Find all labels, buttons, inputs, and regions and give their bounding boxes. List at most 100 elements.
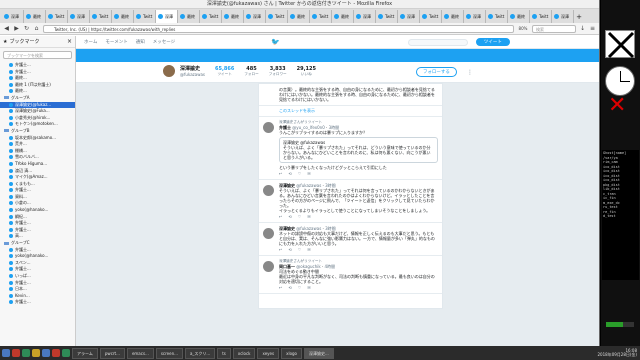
tab[interactable]: 深澤 (244, 10, 266, 23)
bookmark-item[interactable]: 雪のバルバ... (0, 154, 75, 161)
app-menu-icon[interactable] (2, 349, 10, 357)
taskbar-task[interactable]: xeyes (257, 347, 280, 359)
tab[interactable]: Twitt (266, 10, 288, 23)
nav-moments[interactable]: モーメント (105, 39, 127, 45)
bookmark-item[interactable]: グループA (0, 95, 75, 102)
nav-messages[interactable]: メッセージ (153, 39, 175, 45)
tweet[interactable]: 深澤諭史さんがリツイート 岡口基一 @okaguchik · 4時間 司法をめぐる動… (259, 256, 442, 294)
firefox-launcher-icon[interactable] (12, 349, 20, 357)
tweet[interactable]: 深澤諭史 @fukazawas · 3時間 そういえば、よく「暴リプされた」ってそ… (259, 180, 442, 223)
dm-icon[interactable]: ✉ (307, 247, 316, 252)
retweet-icon[interactable]: ⟲ (288, 285, 297, 290)
tweet-button[interactable]: ツイート (475, 38, 510, 46)
bookmark-search-input[interactable]: ブックマークを検索 (3, 51, 72, 59)
tab[interactable]: 深澤 (464, 10, 486, 23)
bookmark-item[interactable]: 深澤諭史(@Fuka... (0, 108, 75, 115)
home-icon[interactable]: ⌂ (33, 25, 40, 32)
reply-icon[interactable]: ↩ (279, 285, 288, 290)
bookmark-item[interactable]: 高... (0, 233, 75, 240)
reply-icon[interactable]: ↩ (279, 247, 288, 252)
bookmark-item[interactable]: グループC (0, 240, 75, 247)
bookmark-item[interactable]: 棚橋... (0, 148, 75, 155)
bookmark-item[interactable]: 弁護士... (0, 69, 75, 76)
reload-icon[interactable]: ↻ (23, 25, 30, 32)
tab[interactable]: Twitt (486, 10, 508, 23)
tweet-fragment[interactable]: の言葉）。最終的な主張をする時、自由の身になるために、最初から相談者を見捨てるわ… (259, 84, 442, 106)
tab[interactable]: 深澤 (398, 10, 420, 23)
tab[interactable]: 深澤 (354, 10, 376, 23)
avatar[interactable] (263, 185, 274, 196)
tab[interactable]: Twitt (530, 10, 552, 23)
terminal-launcher-icon[interactable] (22, 349, 30, 357)
avatar[interactable] (162, 64, 176, 78)
bookmark-item[interactable]: いっぱ... (0, 273, 75, 280)
bookmark-item[interactable]: 弁護士... (0, 280, 75, 287)
tab[interactable]: Twitt (420, 10, 442, 23)
taskbar-task[interactable]: アラーム (72, 347, 98, 359)
files-launcher-icon[interactable] (32, 349, 40, 357)
bookmark-item[interactable]: 弁護士... (0, 299, 75, 306)
tab[interactable]: Twitt (200, 10, 222, 23)
bookmark-item[interactable]: 深澤諭史(@fukaz... (0, 101, 75, 109)
bookmark-item[interactable]: 弁護士... (0, 227, 75, 234)
bookmark-item[interactable]: 小倉秀夫(@hirok... (0, 115, 75, 122)
tweet[interactable]: 深澤諭史さんがリツイート 弁護士 @yu_co_lfex0n0 · 3時間 うんこが… (259, 117, 442, 180)
tab[interactable]: Twitt (310, 10, 332, 23)
tab[interactable]: 最終 (332, 10, 354, 23)
bookmark-item[interactable]: TYoko Higuma... (0, 161, 75, 168)
zoom-level[interactable]: 80% (517, 25, 529, 32)
like-icon[interactable]: ♡ (298, 285, 308, 290)
follow-button[interactable]: フォローする (415, 67, 457, 77)
tab[interactable]: Twitt (134, 10, 156, 23)
dm-icon[interactable]: ✉ (307, 285, 316, 290)
tab[interactable]: 最終 (508, 10, 530, 23)
taskbar-task[interactable]: screen... (155, 347, 183, 359)
bookmark-item[interactable]: スペン... (0, 260, 75, 267)
dm-icon[interactable]: ✉ (307, 214, 316, 219)
reply-icon[interactable]: ↩ (279, 171, 288, 176)
reply-icon[interactable]: ↩ (279, 214, 288, 219)
tweet[interactable]: 深澤諭史 @fukazawas · 3時間 ネットの誹謗中傷の対応も大事だけど、情… (259, 223, 442, 256)
avatar[interactable] (263, 122, 274, 133)
tab[interactable]: 最終 (112, 10, 134, 23)
profile-stat[interactable]: 29,125 いいね (297, 67, 316, 77)
search-input[interactable]: 検索 (532, 24, 576, 33)
tab[interactable]: Twitt (90, 10, 112, 23)
profile-stat[interactable]: 3,833 フォロワー (269, 67, 287, 77)
twitter-bird-icon[interactable]: 🐦 (271, 38, 280, 46)
taskbar-task[interactable]: xclock (232, 347, 256, 359)
clock[interactable]: 16:08 2018年09月28日(金) (598, 348, 640, 358)
bookmark-item[interactable]: yoko(@hanako... (0, 207, 75, 214)
tweet-time[interactable]: 4時間 (325, 264, 336, 269)
nav-home[interactable]: ホーム (84, 39, 97, 45)
url-bar[interactable]: Twitter, Inc. (US) | https://twitter.com… (43, 24, 514, 33)
tab[interactable]: 最終 (442, 10, 464, 23)
download-icon[interactable]: ↓ (579, 25, 586, 32)
bookmark-item[interactable]: 荒井... (0, 141, 75, 148)
tab[interactable]: 最終 (178, 10, 200, 23)
bookmark-item[interactable]: yoko(@hanako... (0, 253, 75, 260)
bookmark-item[interactable]: 綱紀... (0, 214, 75, 221)
like-icon[interactable]: ♡ (298, 247, 308, 252)
tab[interactable]: 深澤 (2, 10, 24, 23)
bookmark-item[interactable]: 坂本史郎(@sakamo... (0, 135, 75, 142)
retweet-icon[interactable]: ⟲ (288, 214, 297, 219)
more-icon[interactable]: ⋮ (467, 69, 473, 76)
taskbar-task[interactable]: a_スクリ... (184, 347, 216, 359)
back-icon[interactable]: ◀ (3, 25, 10, 32)
bookmark-item[interactable]: 資料... (0, 194, 75, 201)
like-icon[interactable]: ♡ (298, 214, 308, 219)
bookmark-item[interactable]: 最終 1 (ITは弁護士) (0, 82, 75, 89)
bookmark-item[interactable]: 最終... (0, 88, 75, 95)
forward-icon[interactable]: ▶ (13, 25, 20, 32)
quoted-tweet[interactable]: 深澤諭史 @fukazawas そういえば、よく「暴リプされた」ってそれは、どうい… (279, 137, 438, 163)
profile-stat[interactable]: 65,866 ツイート (215, 67, 234, 77)
tab[interactable]: 最終 (222, 10, 244, 23)
bookmark-item[interactable]: 最終... (0, 75, 75, 82)
close-icon[interactable]: × (67, 38, 72, 45)
bookmark-item[interactable]: マイク(@Amaz... (0, 174, 75, 181)
bookmark-item[interactable]: Kevin... (0, 293, 75, 300)
taskbar-task[interactable]: emacs... (126, 347, 154, 359)
avatar[interactable] (263, 261, 274, 272)
tab[interactable]: 深澤 (68, 10, 90, 23)
